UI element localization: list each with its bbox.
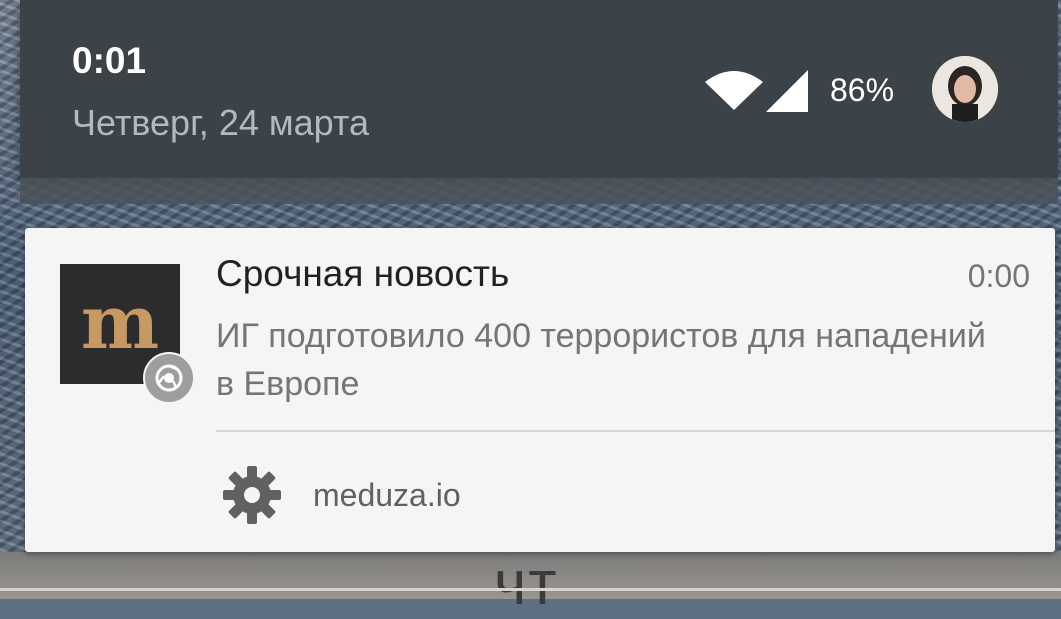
clock-time: 0:01 — [72, 40, 147, 81]
notification-title: Срочная новость — [216, 253, 510, 294]
header-shadow-strip — [20, 178, 1058, 204]
date-label[interactable]: Четверг, 24 марта — [72, 102, 369, 144]
notification-source[interactable]: meduza.io — [313, 477, 461, 514]
chrome-icon — [143, 352, 195, 404]
notification-shade-header[interactable]: 0:01 Четверг, 24 марта 86% — [20, 0, 1058, 178]
background-line — [0, 588, 1061, 591]
notification-divider — [216, 430, 1055, 432]
wifi-icon — [705, 70, 763, 117]
signal-icon — [766, 70, 808, 117]
notification-time: 0:00 — [967, 258, 1030, 294]
battery-percent: 86% — [830, 72, 895, 108]
notification-body: ИГ подготовило 400 террористов для напад… — [216, 317, 986, 403]
background-partial-text: чт — [494, 549, 559, 618]
gear-icon[interactable] — [221, 464, 283, 531]
notification-card[interactable]: m Срочная новость 0:00 ИГ подготовило 40… — [25, 228, 1055, 552]
avatar[interactable] — [932, 56, 998, 122]
